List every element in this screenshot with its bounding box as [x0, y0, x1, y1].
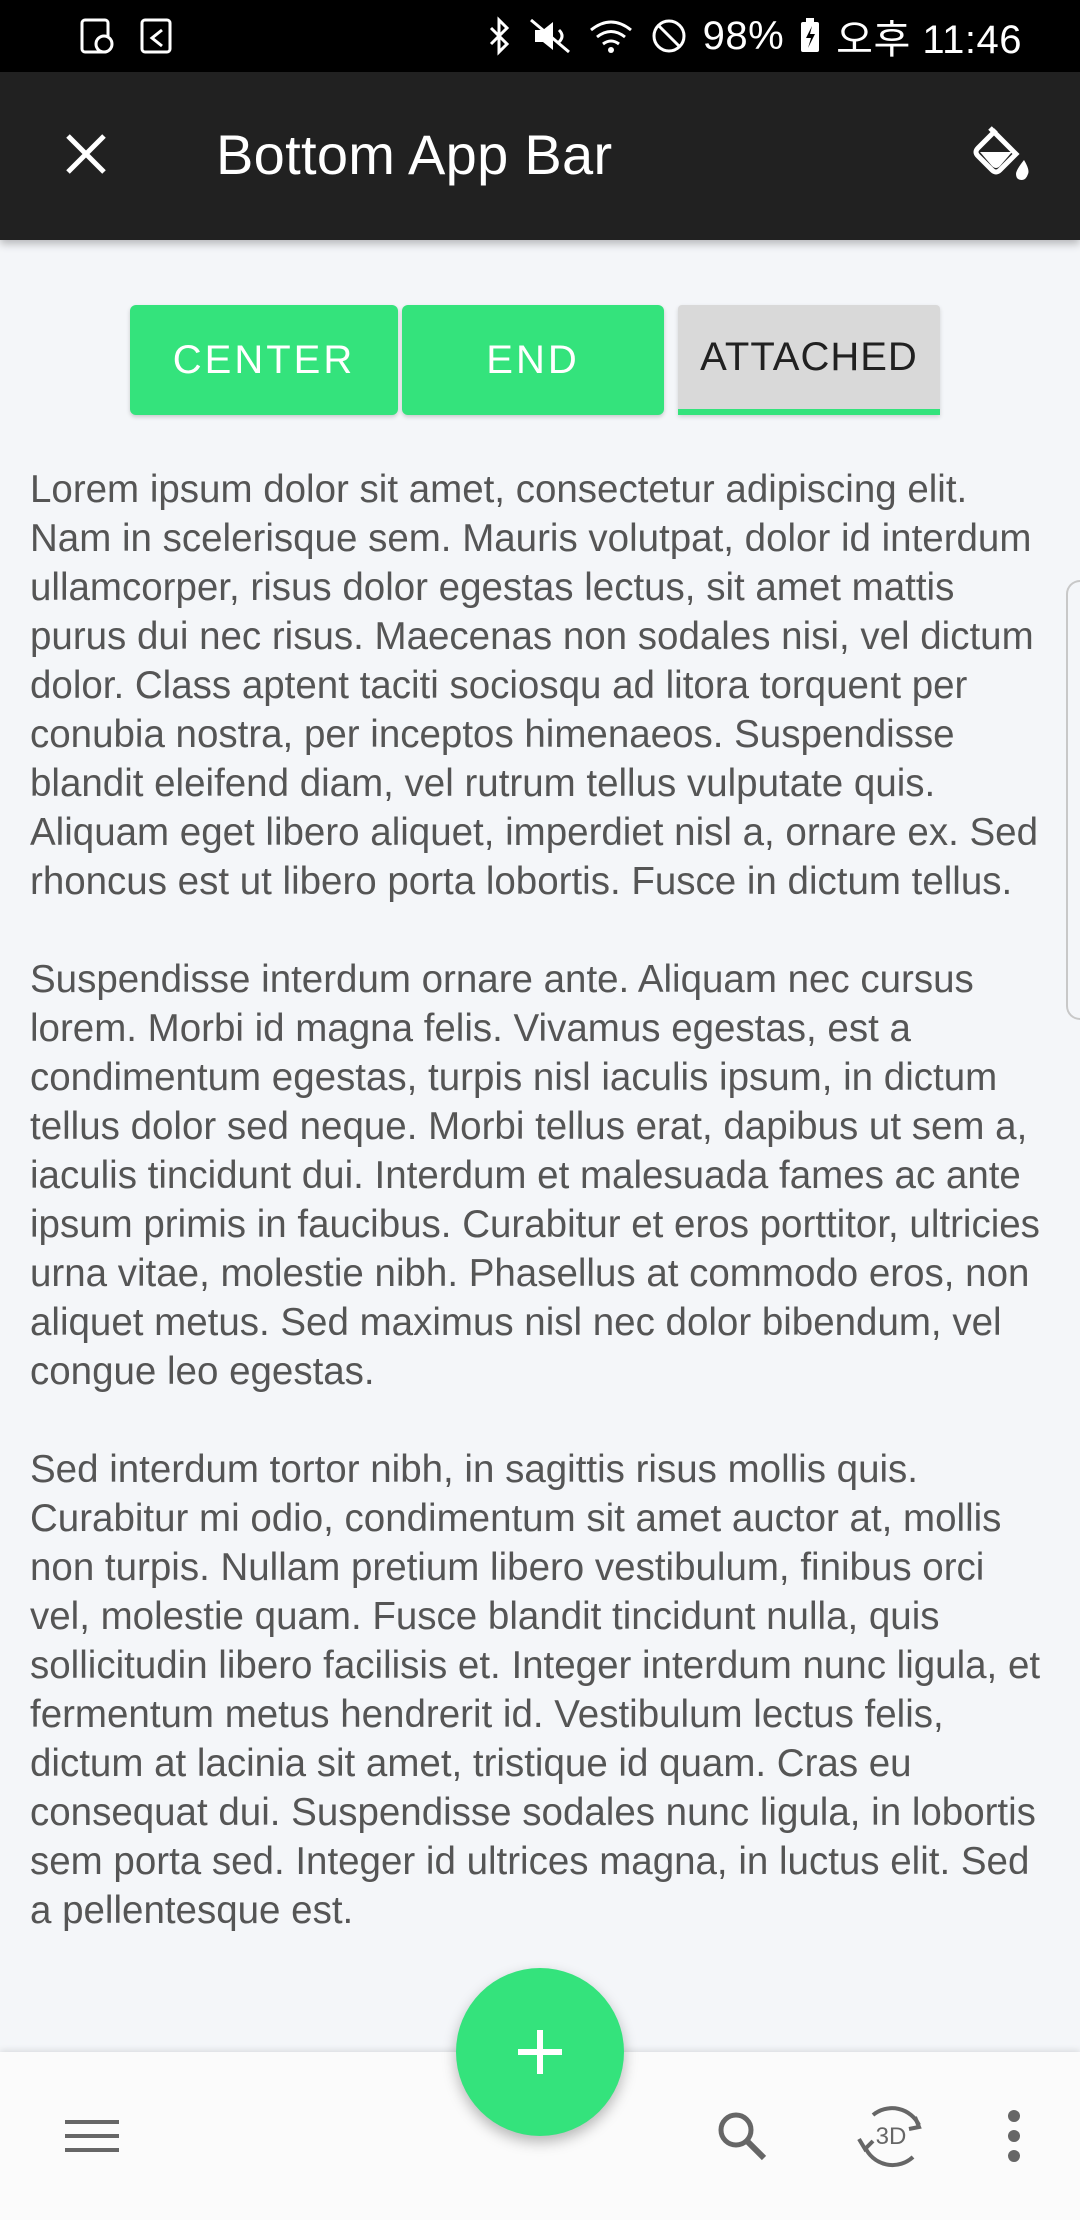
clock: 오후 11:46: [836, 18, 1022, 62]
attached-toggle[interactable]: ATTACHED: [678, 305, 940, 415]
download-notification-icon: [140, 18, 172, 54]
close-icon: [66, 134, 106, 174]
add-fab[interactable]: [456, 1968, 624, 2136]
paragraph: Sed interdum tortor nibh, in sagittis ri…: [30, 1448, 1041, 1932]
more-vert-icon: [1008, 2110, 1020, 2162]
battery-charging-icon: [801, 18, 820, 52]
fab-alignment-toggle-group: CENTER END ATTACHED: [130, 305, 940, 415]
paragraph: Lorem ipsum dolor sit amet, consectetur …: [30, 468, 1038, 903]
navigation-menu-button[interactable]: [50, 2094, 134, 2178]
search-icon: [718, 2112, 767, 2161]
edge-panel-handle[interactable]: [1066, 580, 1080, 1020]
end-toggle[interactable]: END: [402, 305, 664, 415]
do-not-disturb-icon: [652, 19, 686, 53]
top-app-bar: Bottom App Bar: [0, 72, 1080, 240]
paragraph: Suspendisse interdum ornare ante. Aliqua…: [30, 958, 1040, 1393]
bluetooth-icon: [489, 16, 509, 56]
svg-text:3D: 3D: [876, 2123, 907, 2150]
wifi-icon: [589, 20, 632, 53]
status-bar: 98% 오후 11:46: [0, 0, 1080, 72]
overflow-menu-button[interactable]: [972, 2094, 1056, 2178]
mute-icon: [529, 18, 570, 54]
center-toggle[interactable]: CENTER: [130, 305, 398, 415]
theme-button[interactable]: [962, 112, 1046, 196]
search-button[interactable]: [700, 2094, 784, 2178]
status-notifications: [78, 16, 176, 56]
page-title: Bottom App Bar: [216, 123, 613, 186]
rotate-3d-button[interactable]: 3D: [846, 2090, 936, 2180]
status-system: 98% 오후 11:46: [485, 7, 1022, 65]
gallery-notification-icon: [80, 18, 114, 54]
rotate-3d-icon: 3D: [857, 2106, 922, 2168]
content-text: Lorem ipsum dolor sit amet, consectetur …: [30, 465, 1050, 1984]
menu-icon: [65, 2120, 119, 2152]
add-icon: [518, 2030, 562, 2074]
format-color-fill-icon: [973, 126, 1029, 180]
close-button[interactable]: [44, 112, 128, 196]
battery-percent: 98%: [702, 13, 785, 58]
